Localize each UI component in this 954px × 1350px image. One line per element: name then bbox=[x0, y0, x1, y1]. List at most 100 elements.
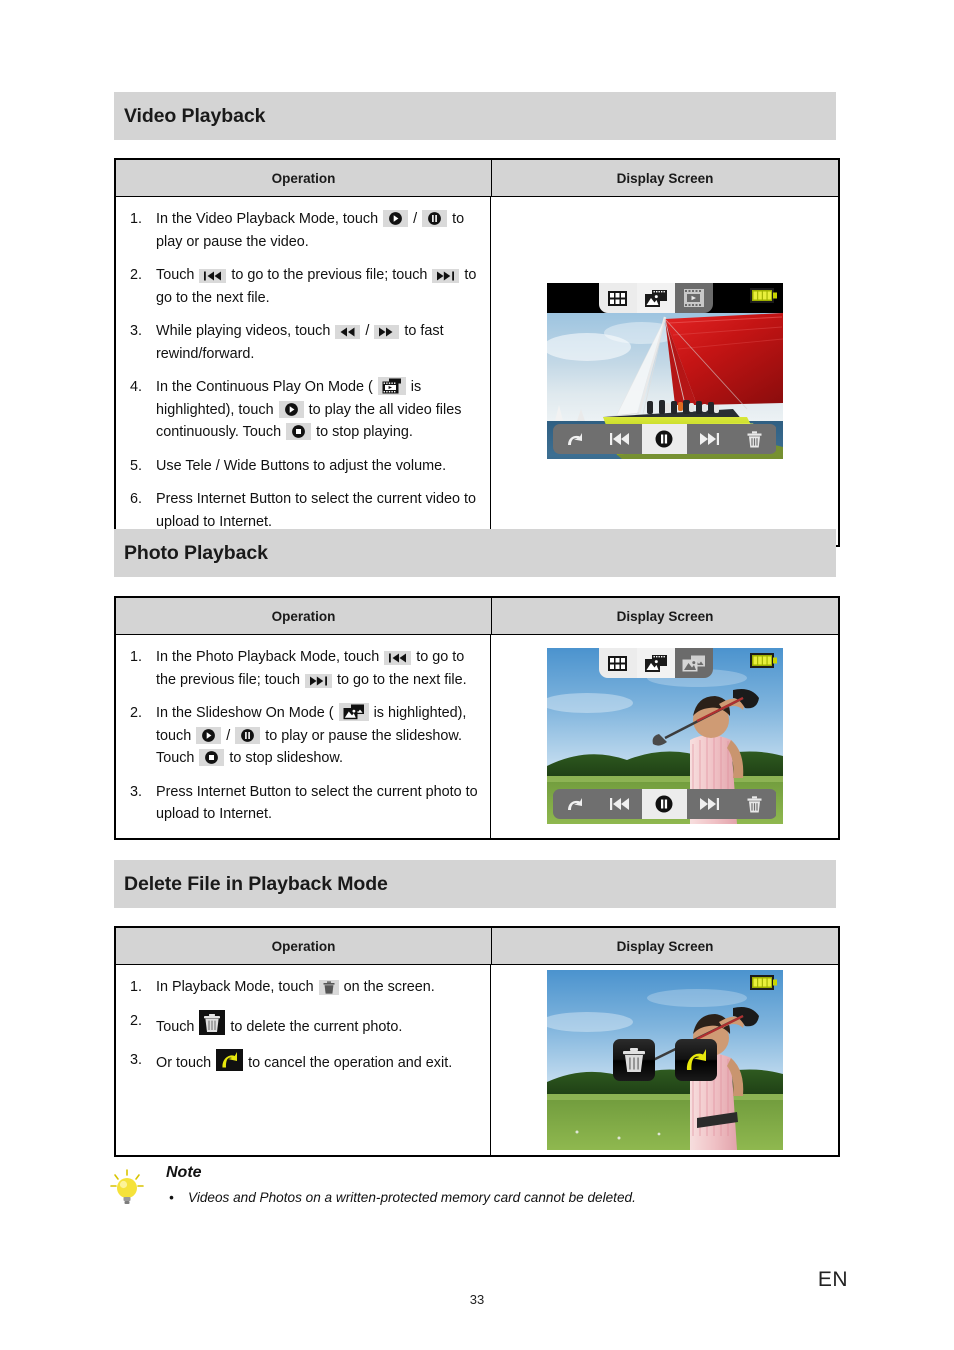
section-title: Video Playback bbox=[124, 104, 266, 127]
step-text: In Playback Mode, touch bbox=[156, 979, 318, 995]
slideshow-glyph bbox=[682, 655, 705, 672]
section-title: Delete File in Playback Mode bbox=[124, 872, 388, 895]
previous-glyph bbox=[610, 798, 630, 811]
previous-icon[interactable] bbox=[597, 424, 643, 454]
display-screen-cell bbox=[491, 635, 838, 838]
step-item: In Playback Mode, touch on the screen. bbox=[126, 976, 482, 999]
table-delete-file: Operation Display Screen In Playback Mod… bbox=[114, 926, 840, 1157]
step-text: to stop playing. bbox=[312, 424, 413, 440]
previous-glyph bbox=[610, 433, 630, 445]
step-text: In the Photo Playback Mode, touch bbox=[156, 649, 384, 665]
step-list-delete-file: In Playback Mode, touch on the screen. To… bbox=[126, 976, 482, 1075]
note-block: Note Videos and Photos on a written-prot… bbox=[108, 1163, 848, 1207]
table-header-row: Operation Display Screen bbox=[116, 928, 838, 965]
display-screen-cell bbox=[491, 965, 838, 1155]
language-code: EN bbox=[817, 1268, 848, 1291]
step-text: / bbox=[222, 727, 235, 744]
previous-icon bbox=[199, 269, 227, 283]
page-number: 33 bbox=[469, 1292, 485, 1307]
trash-icon[interactable] bbox=[731, 424, 777, 454]
step-text: / bbox=[409, 211, 422, 227]
step-text: to cancel the operation and exit. bbox=[244, 1055, 453, 1071]
pause-icon[interactable] bbox=[642, 424, 687, 454]
next-glyph bbox=[699, 798, 719, 811]
back-arrow-glyph bbox=[568, 432, 583, 445]
pause-glyph bbox=[655, 795, 673, 813]
section-heading-delete-file: Delete File in Playback Mode bbox=[114, 860, 836, 908]
step-text: While playing videos, touch bbox=[156, 323, 335, 339]
step-item: Touch to delete the current photo. bbox=[126, 1009, 482, 1039]
photo-playback-icon[interactable] bbox=[636, 648, 675, 679]
display-screen-cell bbox=[491, 197, 838, 545]
section-title: Photo Playback bbox=[124, 541, 268, 564]
lightbulb-icon bbox=[110, 1169, 144, 1204]
operation-cell: In the Photo Playback Mode, touch to go … bbox=[116, 635, 491, 838]
grid-glyph bbox=[608, 655, 627, 671]
table-photo-playback: Operation Display Screen In the Photo Pl… bbox=[114, 596, 840, 840]
back-icon[interactable] bbox=[552, 424, 598, 454]
column-header-operation: Operation bbox=[116, 160, 492, 196]
next-icon[interactable] bbox=[686, 789, 732, 820]
thumbnail-grid-icon[interactable] bbox=[598, 283, 637, 313]
trash-dark-icon bbox=[199, 1009, 226, 1035]
photo-film-glyph bbox=[644, 289, 667, 307]
step-item: Or touch to cancel the operation and exi… bbox=[126, 1049, 482, 1075]
note-title: Note bbox=[166, 1164, 202, 1181]
column-header-display-screen: Display Screen bbox=[616, 170, 714, 186]
rewind-icon bbox=[335, 325, 361, 339]
previous-icon[interactable] bbox=[597, 789, 643, 820]
step-text: to stop slideshow. bbox=[225, 750, 343, 766]
device-screen-delete-confirm bbox=[546, 970, 783, 1150]
trash-glyph bbox=[747, 796, 762, 813]
film-play-glyph bbox=[683, 289, 704, 307]
screen-bottom-controls[interactable] bbox=[552, 789, 777, 820]
back-arrow-glyph bbox=[568, 797, 583, 810]
stop-icon bbox=[199, 749, 225, 766]
battery-full-icon bbox=[749, 975, 777, 990]
operation-cell: In the Video Playback Mode, touch / to p… bbox=[116, 197, 491, 545]
device-screen-video-playback bbox=[546, 283, 783, 459]
confirm-delete-button[interactable] bbox=[612, 1039, 655, 1081]
delete-confirm-overlay[interactable] bbox=[612, 1039, 717, 1081]
step-text: Touch bbox=[156, 267, 199, 283]
section-heading-video-playback: Video Playback bbox=[114, 92, 836, 140]
next-icon bbox=[305, 673, 332, 688]
play-icon bbox=[196, 726, 222, 744]
back-icon[interactable] bbox=[552, 789, 598, 820]
video-playback-icon[interactable] bbox=[674, 283, 713, 313]
step-item: In the Continuous Play On Mode ( is high… bbox=[126, 376, 482, 444]
step-list-video-playback: In the Video Playback Mode, touch / to p… bbox=[126, 208, 482, 533]
photo-film-glyph bbox=[644, 654, 667, 672]
pause-glyph bbox=[655, 430, 673, 448]
table-body: In the Video Playback Mode, touch / to p… bbox=[116, 197, 838, 545]
step-item: In the Slideshow On Mode ( is highlighte… bbox=[126, 702, 482, 770]
photo-playback-icon[interactable] bbox=[636, 283, 675, 313]
thumbnail-grid-icon[interactable] bbox=[598, 648, 637, 679]
continuous-play-icon bbox=[377, 377, 406, 395]
pause-icon bbox=[422, 210, 448, 227]
step-item: Touch to go to the previous file; touch … bbox=[126, 264, 482, 309]
step-item: Use Tele / Wide Buttons to adjust the vo… bbox=[126, 455, 482, 478]
screen-top-toolbar[interactable] bbox=[598, 648, 713, 679]
step-text: Touch bbox=[156, 1018, 199, 1035]
column-header-display-screen: Display Screen bbox=[616, 608, 714, 624]
trash-small-icon bbox=[318, 980, 339, 995]
step-item: In the Video Playback Mode, touch / to p… bbox=[126, 208, 482, 253]
table-header-row: Operation Display Screen bbox=[116, 160, 838, 197]
table-video-playback: Operation Display Screen In the Video Pl… bbox=[114, 158, 840, 547]
step-text: / bbox=[361, 323, 374, 339]
next-icon[interactable] bbox=[686, 424, 732, 454]
step-text: In the Slideshow On Mode ( bbox=[156, 705, 338, 721]
forward-icon bbox=[374, 325, 400, 339]
screen-top-toolbar[interactable] bbox=[598, 283, 713, 313]
section-heading-photo-playback: Photo Playback bbox=[114, 529, 836, 577]
screen-bottom-controls[interactable] bbox=[552, 424, 777, 454]
cancel-delete-button[interactable] bbox=[674, 1039, 717, 1081]
column-header-operation: Operation bbox=[116, 598, 492, 634]
pause-icon[interactable] bbox=[642, 789, 687, 820]
device-screen-photo-playback bbox=[546, 648, 783, 825]
trash-icon[interactable] bbox=[731, 789, 777, 820]
slideshow-icon[interactable] bbox=[674, 648, 713, 679]
grid-glyph bbox=[608, 290, 627, 306]
step-text: on the screen. bbox=[339, 979, 435, 995]
